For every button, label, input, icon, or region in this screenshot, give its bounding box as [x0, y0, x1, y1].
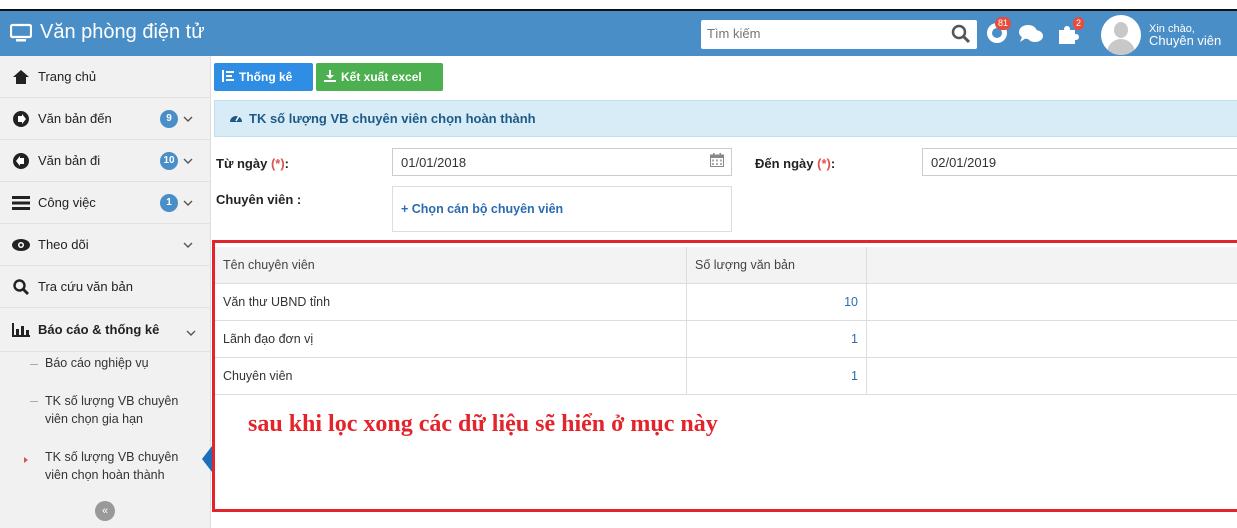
chevron-down-icon [183, 195, 193, 210]
sidebar-item-reports[interactable]: Báo cáo & thống kê [0, 308, 210, 352]
count-cell[interactable]: 1 [686, 357, 867, 395]
column-header-count: Số lượng văn bản [686, 247, 867, 284]
sidebar-item-outgoing[interactable]: Văn bản đi 10 [0, 140, 210, 182]
sidebar-item-incoming[interactable]: Văn bản đến 9 [0, 98, 210, 140]
user-name: Chuyên viên [1149, 33, 1222, 48]
count-cell[interactable]: 10 [686, 283, 867, 321]
arrow-left-circle-icon [12, 152, 30, 170]
count-badge: 10 [160, 152, 178, 170]
to-date-input[interactable]: 02/01/2019 [922, 148, 1237, 176]
calendar-icon[interactable] [710, 153, 724, 170]
app-brand[interactable]: Văn phòng điện tử [10, 21, 205, 44]
count-cell[interactable]: 1 [686, 320, 867, 358]
sidebar-item-label: Báo cáo & thống kê [38, 322, 160, 337]
results-table: Tên chuyên viên Số lượng văn bản Văn thư… [215, 247, 1237, 395]
from-date-input[interactable]: 01/01/2018 [392, 148, 732, 176]
sidebar-item-label: Văn bản đi [38, 153, 101, 168]
top-bar: Văn phòng điện tử 81 2 Xin chào, Chuyên … [0, 9, 1237, 56]
column-header-staff: Tên chuyên viên [215, 247, 687, 284]
sidebar-item-label: Văn bản đến [38, 111, 112, 126]
search-icon [12, 278, 30, 296]
sidebar-item-label: Công việc [38, 195, 96, 210]
tree-line [30, 364, 38, 365]
monitor-icon [10, 23, 32, 43]
sidebar: Trang chủ Văn bản đến 9 Văn bản đi 10 Cô… [0, 56, 211, 528]
main-content: Thống kê Kết xuất excel TK số lượng VB c… [210, 56, 1237, 528]
window-top-edge [0, 0, 1237, 9]
empty-cell [866, 283, 1237, 321]
export-excel-button[interactable]: Kết xuất excel [316, 63, 443, 91]
to-date-label: Đến ngày (*): [755, 156, 836, 171]
from-date-label: Từ ngày (*): [216, 156, 289, 171]
panel-title: TK số lượng VB chuyên viên chọn hoàn thà… [249, 111, 536, 126]
staff-name-cell: Lãnh đạo đơn vị [215, 320, 687, 358]
table-row[interactable]: Văn thư UBND tỉnh 10 [215, 283, 1237, 321]
empty-cell [866, 320, 1237, 358]
stats-button-label: Thống kê [239, 70, 293, 84]
table-row[interactable]: Chuyên viên 1 [215, 357, 1237, 395]
sidebar-item-label: Trang chủ [38, 69, 97, 84]
column-header-empty [866, 247, 1237, 284]
tasks-icon [12, 194, 30, 212]
sidebar-item-home[interactable]: Trang chủ [0, 56, 210, 98]
bar-chart-icon [12, 321, 30, 339]
table-header-row: Tên chuyên viên Số lượng văn bản [215, 247, 1237, 284]
search-icon[interactable] [951, 24, 971, 47]
avatar [1101, 15, 1141, 55]
staff-name-cell: Chuyên viên [215, 357, 687, 395]
search-input[interactable] [701, 20, 943, 47]
panel-header: TK số lượng VB chuyên viên chọn hoàn thà… [214, 100, 1237, 137]
tree-line [30, 401, 38, 402]
count-badge: 1 [160, 194, 178, 212]
eye-icon [12, 236, 30, 254]
table-row[interactable]: Lãnh đạo đơn vị 1 [215, 320, 1237, 358]
sidebar-item-label: Theo dõi [38, 237, 89, 252]
sidebar-item-label: Tra cứu văn bản [38, 279, 133, 294]
download-icon [324, 69, 336, 85]
chevron-down-icon [183, 237, 193, 252]
extensions-badge: 2 [1073, 17, 1085, 30]
sidebar-subitem-business-report[interactable]: Báo cáo nghiệp vụ [45, 354, 215, 372]
count-badge: 9 [160, 110, 178, 128]
sidebar-item-follow[interactable]: Theo dõi [0, 224, 210, 266]
staff-label: Chuyên viên : [216, 192, 302, 207]
export-button-label: Kết xuất excel [341, 70, 422, 84]
home-icon [12, 68, 30, 86]
staff-name-cell: Văn thư UBND tỉnh [215, 283, 687, 321]
chevron-down-icon [183, 111, 193, 126]
chevron-down-icon [186, 325, 196, 340]
active-marker [24, 457, 28, 463]
sidebar-subitem-extension-stats[interactable]: TK số lượng VB chuyên viên chọn gia hạn [45, 392, 195, 428]
staff-picker-button[interactable]: + Chọn cán bộ chuyên viên [392, 186, 732, 232]
notification-badge: 81 [995, 17, 1012, 30]
list-icon [222, 69, 234, 85]
collapse-sidebar-button[interactable]: « [95, 501, 115, 521]
chat-icon[interactable] [1018, 24, 1044, 47]
empty-cell [866, 357, 1237, 395]
app-title: Văn phòng điện tử [40, 21, 205, 43]
search-box[interactable] [701, 20, 977, 49]
stats-button[interactable]: Thống kê [214, 63, 313, 91]
sidebar-item-tasks[interactable]: Công việc 1 [0, 182, 210, 224]
annotation-text: sau khi lọc xong các dữ liệu sẽ hiển ở m… [248, 411, 718, 437]
arrow-right-circle-icon [12, 110, 30, 128]
sidebar-subitem-completion-stats[interactable]: TK số lượng VB chuyên viên chọn hoàn thà… [45, 448, 195, 484]
sidebar-item-lookup[interactable]: Tra cứu văn bản [0, 266, 210, 308]
chevron-down-icon [183, 153, 193, 168]
dashboard-icon [229, 111, 243, 126]
user-menu[interactable]: Xin chào, Chuyên viên [1101, 15, 1221, 55]
